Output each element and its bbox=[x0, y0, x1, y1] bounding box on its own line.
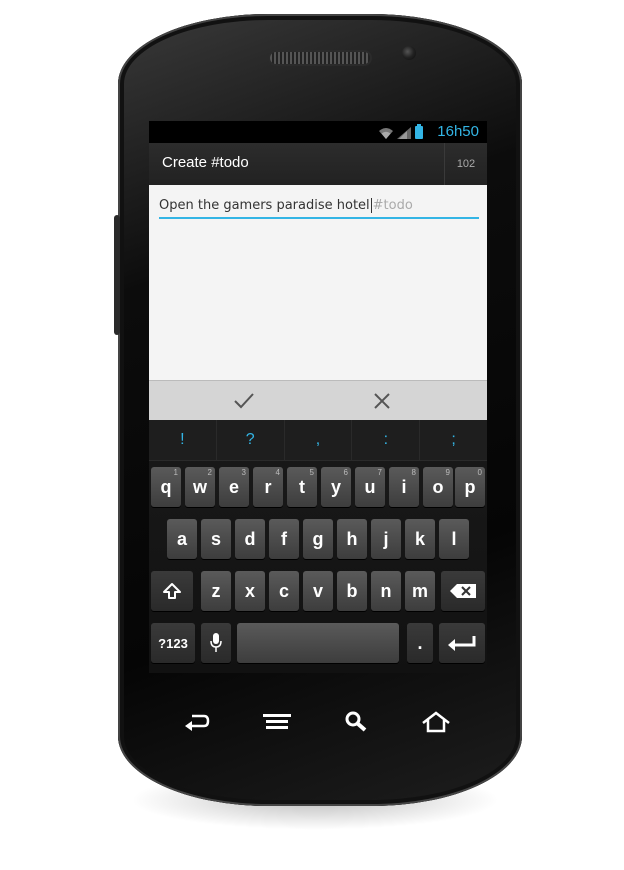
home-button[interactable] bbox=[414, 700, 458, 744]
todo-text: Open the gamers paradise hotel bbox=[159, 198, 370, 213]
action-bar: Create #todo 102 bbox=[149, 143, 487, 186]
backspace-icon bbox=[450, 584, 476, 598]
key-m[interactable]: m bbox=[405, 571, 435, 611]
key-h[interactable]: h bbox=[337, 519, 367, 559]
editor-area[interactable]: Open the gamers paradise hotel #todo bbox=[149, 185, 487, 380]
key-g[interactable]: g bbox=[303, 519, 333, 559]
action-row bbox=[149, 380, 487, 421]
clock: 16h50 bbox=[437, 123, 479, 140]
signal-icon bbox=[397, 127, 411, 139]
key-p[interactable]: 0p bbox=[455, 467, 485, 507]
front-camera bbox=[402, 46, 416, 60]
wifi-icon bbox=[379, 128, 393, 139]
back-icon bbox=[185, 714, 210, 731]
shift-icon bbox=[163, 583, 181, 599]
page-title: Create #todo bbox=[162, 154, 249, 171]
enter-icon bbox=[448, 636, 476, 651]
suggestion-item[interactable]: ? bbox=[217, 420, 285, 460]
character-counter: 102 bbox=[444, 143, 487, 185]
close-icon bbox=[373, 393, 390, 409]
text-cursor bbox=[370, 198, 372, 213]
screen: 16h50 Create #todo 102 Open the gamers p… bbox=[149, 121, 487, 673]
microphone-icon bbox=[210, 633, 222, 652]
key-n[interactable]: n bbox=[371, 571, 401, 611]
volume-button bbox=[114, 215, 120, 335]
key-y[interactable]: 6y bbox=[321, 467, 351, 507]
key-k[interactable]: k bbox=[405, 519, 435, 559]
cancel-button[interactable] bbox=[297, 381, 466, 421]
hashtag-hint: #todo bbox=[372, 198, 413, 213]
key-c[interactable]: c bbox=[269, 571, 299, 611]
enter-key[interactable] bbox=[439, 623, 485, 663]
soft-keyboard: ! ? , : ; 1q 2w 3e 4r 5t 6y 7u 8i 9o 0p … bbox=[149, 420, 487, 673]
earpiece-speaker bbox=[270, 52, 370, 64]
suggestion-item[interactable]: , bbox=[285, 420, 353, 460]
suggestion-item[interactable]: ; bbox=[420, 420, 487, 460]
key-r[interactable]: 4r bbox=[253, 467, 283, 507]
key-u[interactable]: 7u bbox=[355, 467, 385, 507]
menu-icon bbox=[263, 714, 291, 729]
key-b[interactable]: b bbox=[337, 571, 367, 611]
search-icon bbox=[345, 711, 367, 732]
key-f[interactable]: f bbox=[269, 519, 299, 559]
navigation-bar bbox=[149, 700, 487, 744]
key-j[interactable]: j bbox=[371, 519, 401, 559]
back-button[interactable] bbox=[175, 700, 219, 744]
key-w[interactable]: 2w bbox=[185, 467, 215, 507]
key-e[interactable]: 3e bbox=[219, 467, 249, 507]
suggestion-strip: ! ? , : ; bbox=[149, 420, 487, 461]
key-i[interactable]: 8i bbox=[389, 467, 419, 507]
battery-icon bbox=[415, 124, 423, 139]
key-s[interactable]: s bbox=[201, 519, 231, 559]
menu-button[interactable] bbox=[255, 700, 299, 744]
suggestion-item[interactable]: : bbox=[352, 420, 421, 460]
key-d[interactable]: d bbox=[235, 519, 265, 559]
key-x[interactable]: x bbox=[235, 571, 265, 611]
search-button[interactable] bbox=[334, 700, 378, 744]
check-icon bbox=[233, 393, 254, 409]
key-l[interactable]: l bbox=[439, 519, 469, 559]
backspace-key[interactable] bbox=[441, 571, 485, 611]
key-t[interactable]: 5t bbox=[287, 467, 317, 507]
voice-input-key[interactable] bbox=[201, 623, 231, 663]
key-o[interactable]: 9o bbox=[423, 467, 453, 507]
shift-key[interactable] bbox=[151, 571, 193, 611]
todo-text-input[interactable]: Open the gamers paradise hotel #todo bbox=[159, 195, 479, 219]
symbols-key[interactable]: ?123 bbox=[151, 623, 195, 663]
period-key[interactable]: . bbox=[407, 623, 433, 663]
key-z[interactable]: z bbox=[201, 571, 231, 611]
home-icon bbox=[422, 711, 450, 733]
space-key[interactable] bbox=[237, 623, 399, 663]
key-q[interactable]: 1q bbox=[151, 467, 181, 507]
status-bar: 16h50 bbox=[149, 121, 487, 143]
suggestion-item[interactable]: ! bbox=[149, 420, 217, 460]
key-a[interactable]: a bbox=[167, 519, 197, 559]
key-v[interactable]: v bbox=[303, 571, 333, 611]
